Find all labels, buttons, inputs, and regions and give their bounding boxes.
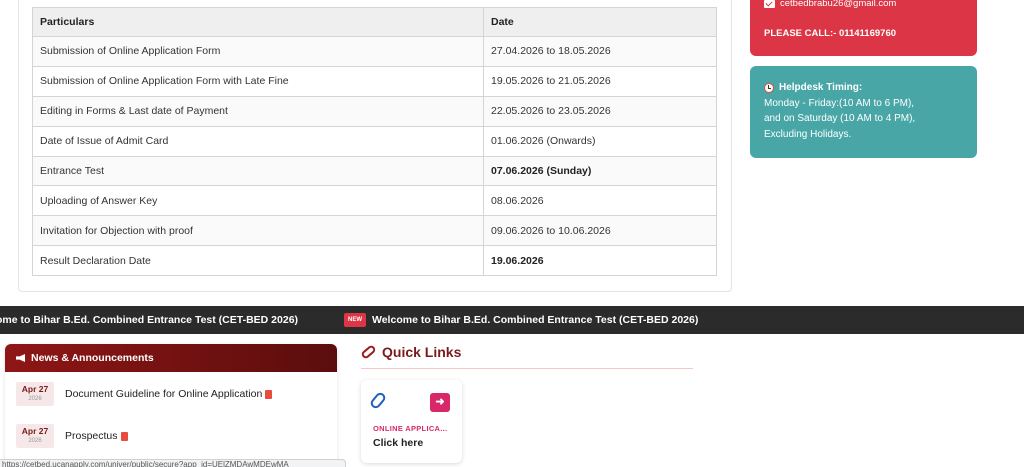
date-cell: 19.06.2026 <box>483 245 717 277</box>
date-month-day: Apr 27 <box>21 426 49 436</box>
table-row: Submission of Online Application Form 27… <box>32 36 717 67</box>
helpdesk-line-3: Excluding Holidays. <box>764 128 852 140</box>
helpdesk-title-text: Helpdesk Timing: <box>779 82 863 93</box>
particular-cell: Result Declaration Date <box>32 245 484 277</box>
date-cell: 07.06.2026 (Sunday) <box>483 155 717 187</box>
particular-cell: Uploading of Answer Key <box>32 185 484 217</box>
alarm-clock-icon <box>764 82 774 93</box>
news-card: News & Announcements Apr 27 2026 Documen… <box>5 344 337 467</box>
helpdesk-box: Helpdesk Timing: Monday - Friday:(10 AM … <box>750 66 977 158</box>
date-month-day: Apr 27 <box>21 384 49 394</box>
browser-status-bar: https://cetbed.ucanapply.com/univer/publ… <box>0 459 346 467</box>
table-row: Entrance Test 07.06.2026 (Sunday) <box>32 155 717 187</box>
helpdesk-line-2: and on Saturday (10 AM to 4 PM), <box>764 113 916 124</box>
quick-link-card[interactable]: ➜ ONLINE APPLICA... Click here <box>361 380 462 463</box>
date-year: 2026 <box>28 396 42 402</box>
table-row: Date of Issue of Admit Card 01.06.2026 (… <box>32 125 717 157</box>
arrow-right-button[interactable]: ➜ <box>430 393 450 412</box>
contact-box: cetbedbrabu26@gmail.com PLEASE CALL:- 01… <box>750 0 977 56</box>
particular-cell: Entrance Test <box>32 155 484 187</box>
pdf-icon <box>120 431 128 441</box>
table-row: Editing in Forms & Last date of Payment … <box>32 95 717 127</box>
quick-links-title: Quick Links <box>360 344 462 360</box>
news-item-title-text[interactable]: Document Guideline for Online Applicatio… <box>65 388 262 400</box>
table-row: Submission of Online Application Form wi… <box>32 65 717 97</box>
table-row: Uploading of Answer Key 08.06.2026 <box>32 185 717 217</box>
column-header-date: Date <box>483 7 717 37</box>
date-cell: 01.06.2026 (Onwards) <box>483 125 717 157</box>
ticker-text[interactable]: ome to Bihar B.Ed. Combined Entrance Tes… <box>0 314 298 326</box>
column-header-particulars: Particulars <box>32 7 484 37</box>
date-cell: 19.05.2026 to 21.05.2026 <box>483 65 717 97</box>
news-header: News & Announcements <box>5 344 337 372</box>
particular-cell: Editing in Forms & Last date of Payment <box>32 95 484 127</box>
megaphone-icon <box>16 354 25 362</box>
news-title: News & Announcements <box>31 352 154 364</box>
date-cell: 22.05.2026 to 23.05.2026 <box>483 95 717 127</box>
contact-phone: PLEASE CALL:- 01141169760 <box>764 28 897 39</box>
particular-cell: Date of Issue of Admit Card <box>32 125 484 157</box>
ticker-text[interactable]: Welcome to Bihar B.Ed. Combined Entrance… <box>372 314 698 326</box>
quick-link-label: ONLINE APPLICA... <box>373 424 448 433</box>
date-cell: 09.06.2026 to 10.06.2026 <box>483 215 717 247</box>
table-header-row: Particulars Date <box>32 7 717 37</box>
news-item[interactable]: Apr 27 2026 Document Guideline for Onlin… <box>16 382 273 406</box>
contact-email: cetbedbrabu26@gmail.com <box>764 0 896 9</box>
paperclip-icon <box>368 390 388 411</box>
news-item-title[interactable]: Prospectus <box>65 424 128 448</box>
particular-cell: Submission of Online Application Form wi… <box>32 65 484 97</box>
link-icon <box>360 344 377 360</box>
date-cell: 27.04.2026 to 18.05.2026 <box>483 36 717 67</box>
mail-icon <box>764 0 775 8</box>
quick-links-title-text: Quick Links <box>382 344 462 360</box>
schedule-table: Particulars Date Submission of Online Ap… <box>32 7 717 277</box>
date-badge: Apr 27 2026 <box>16 382 54 406</box>
table-row: Result Declaration Date 19.06.2026 <box>32 245 717 277</box>
contact-email-text[interactable]: cetbedbrabu26@gmail.com <box>780 0 896 9</box>
particular-cell: Submission of Online Application Form <box>32 36 484 67</box>
helpdesk-title: Helpdesk Timing: <box>764 80 963 96</box>
date-year: 2026 <box>28 438 42 444</box>
date-cell: 08.06.2026 <box>483 185 717 217</box>
quick-links-divider <box>361 368 693 369</box>
click-here-link[interactable]: Click here <box>373 437 423 449</box>
new-badge: NEW <box>344 313 366 327</box>
news-item[interactable]: Apr 27 2026 Prospectus <box>16 424 128 448</box>
announcement-ticker: ome to Bihar B.Ed. Combined Entrance Tes… <box>0 306 1024 334</box>
particular-cell: Invitation for Objection with proof <box>32 215 484 247</box>
news-item-title-text[interactable]: Prospectus <box>65 430 118 442</box>
pdf-icon <box>265 389 273 399</box>
table-row: Invitation for Objection with proof 09.0… <box>32 215 717 247</box>
news-item-title[interactable]: Document Guideline for Online Applicatio… <box>65 382 273 406</box>
helpdesk-line-1: Monday - Friday:(10 AM to 6 PM), <box>764 97 915 109</box>
date-badge: Apr 27 2026 <box>16 424 54 448</box>
